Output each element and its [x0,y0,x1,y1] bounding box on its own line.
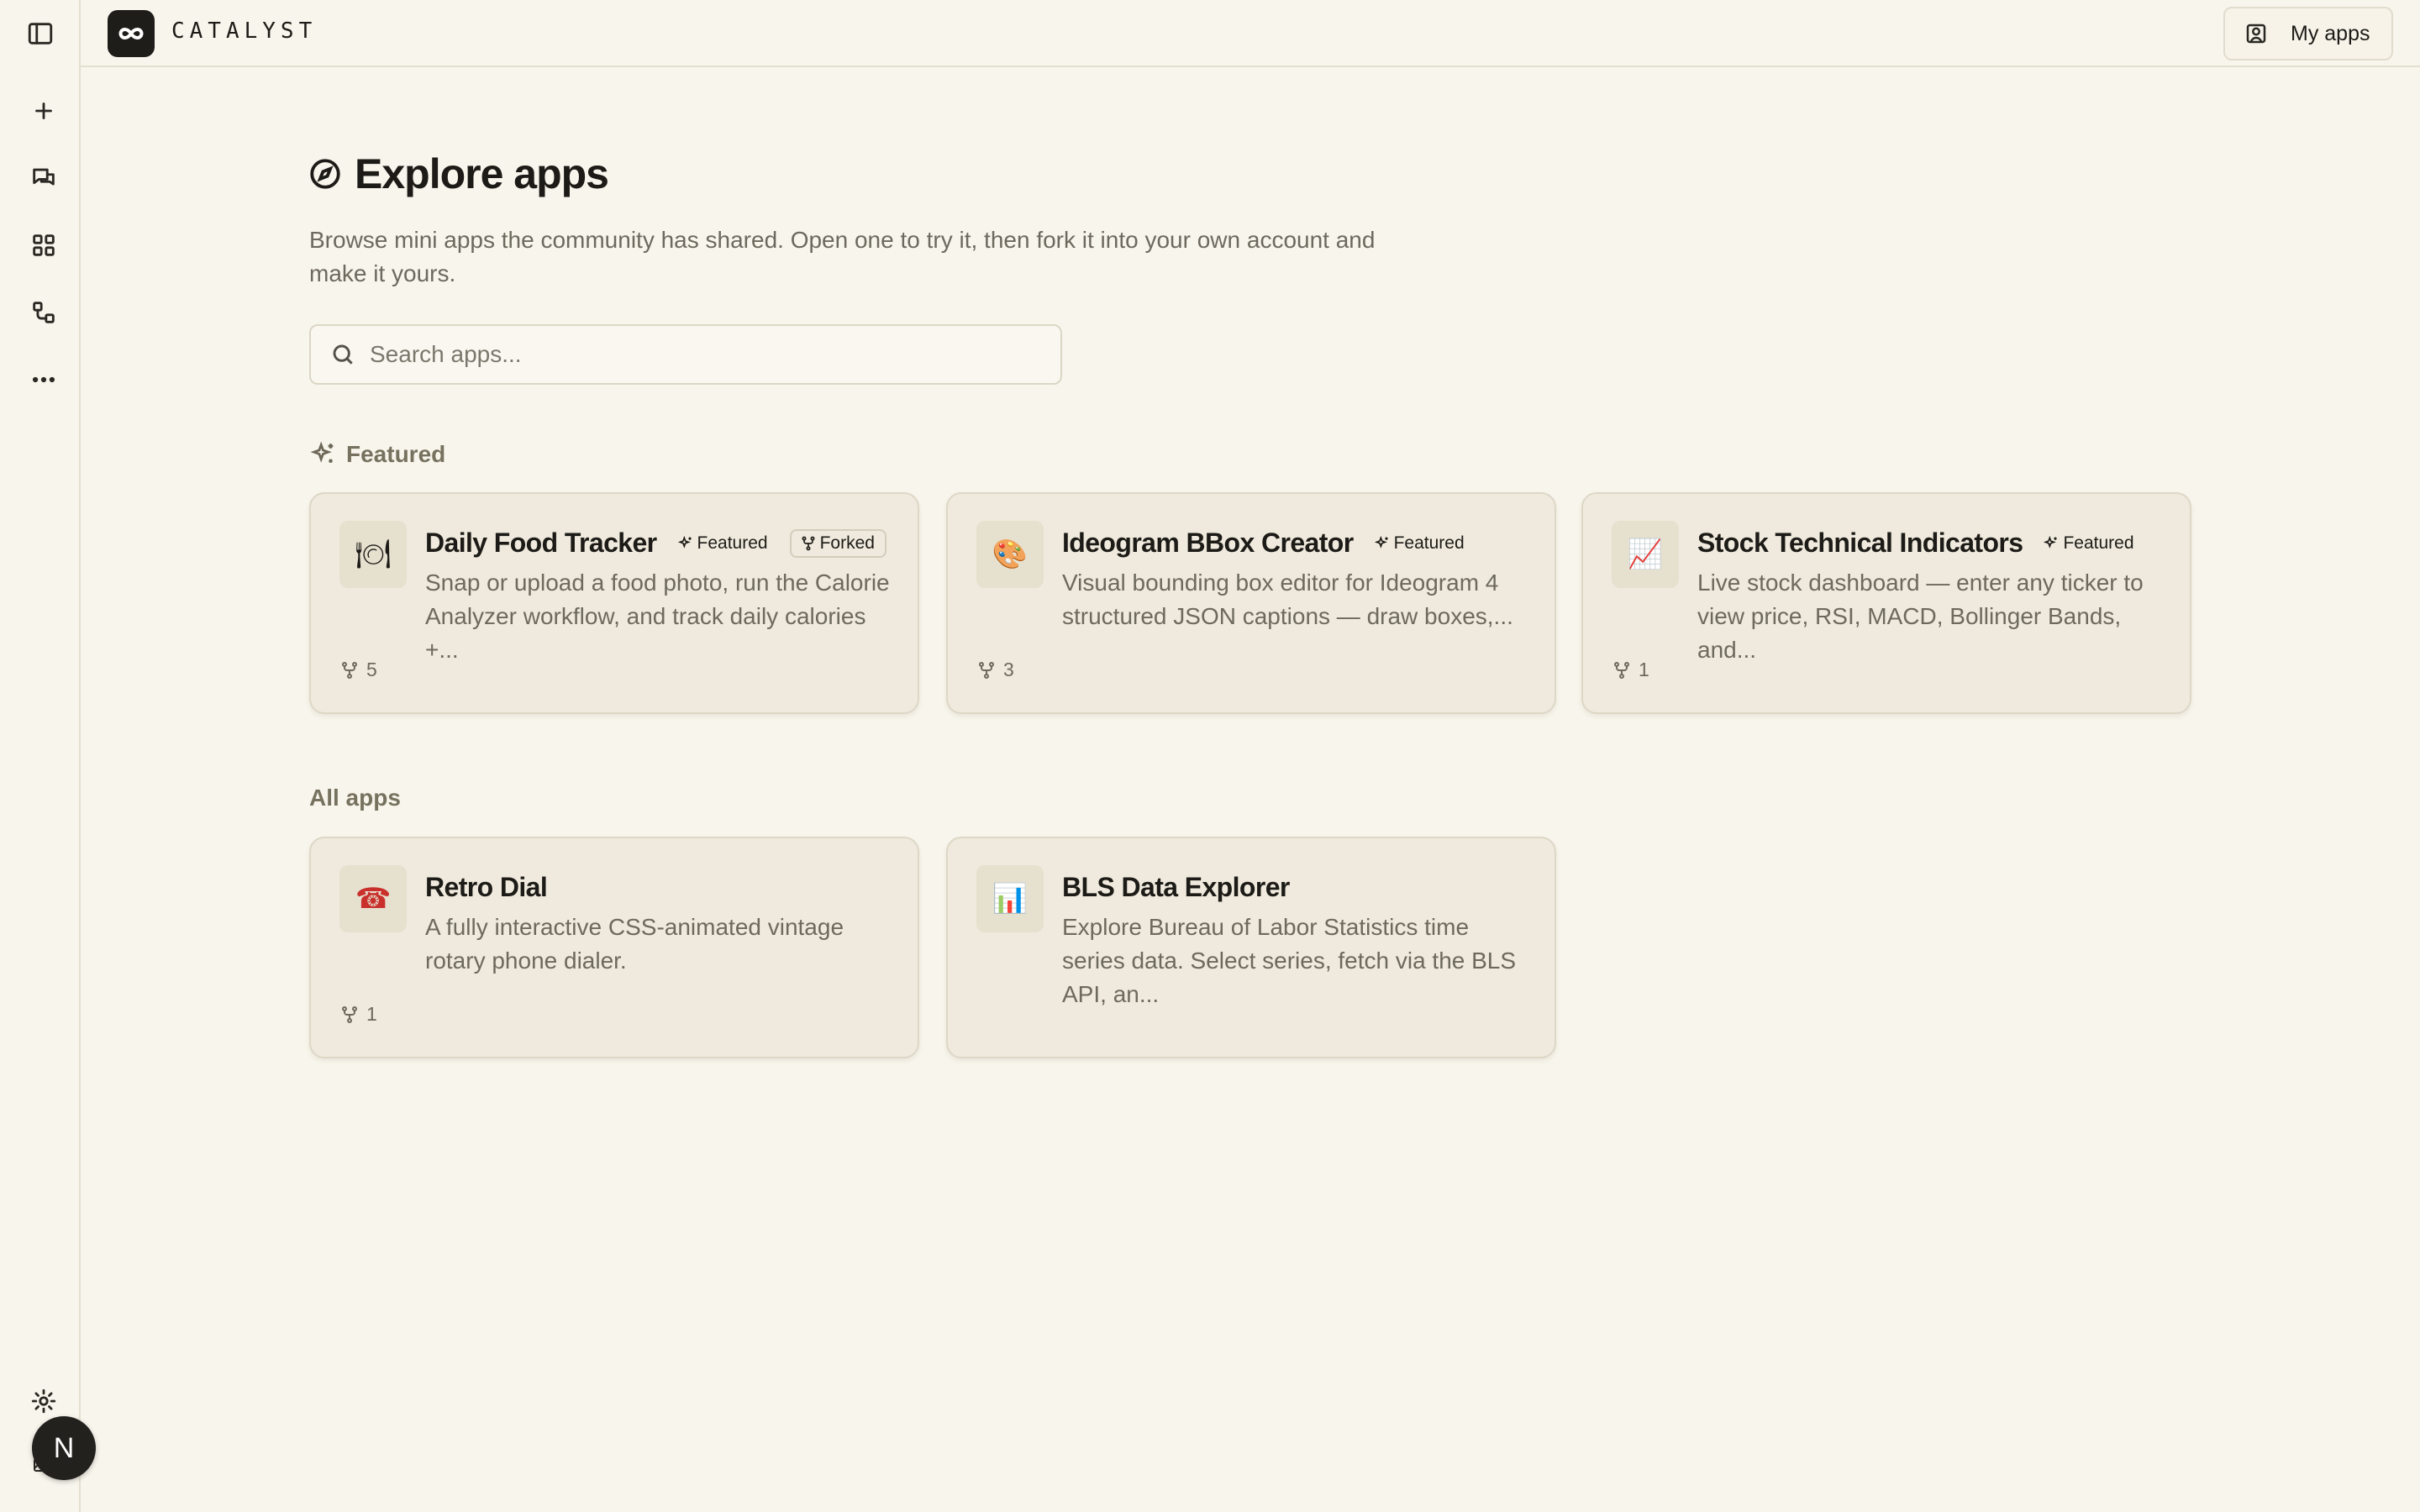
fork-count-value: 1 [1639,659,1649,680]
sparkles-icon [677,535,692,549]
chats-button[interactable] [20,155,67,202]
card-title-row: BLS Data Explorer [1062,872,1290,903]
fork-count: 5 [339,659,377,681]
fork-count: 1 [1612,659,1649,681]
all-apps-section-label: All apps [309,785,401,811]
chat-icon [33,168,55,186]
featured-badge-label: Featured [1393,533,1465,553]
card-title-row: Stock Technical Indicators Featured [1697,528,2134,559]
avatar[interactable]: N [32,1416,96,1480]
brand-name: CATALYST [171,18,318,44]
featured-label: Featured [346,441,446,467]
app-card-ideogram-bbox-creator[interactable]: 🎨 Ideogram BBox Creator Featured Visual … [946,492,1556,714]
card-title: Daily Food Tracker [425,528,657,558]
topbar: CATALYST My apps [81,0,2420,67]
forked-badge-label: Forked [819,533,875,553]
featured-badge: Featured [2043,533,2134,554]
fork-icon [342,661,357,679]
card-description: Live stock dashboard — enter any ticker … [1697,570,2144,663]
card-title-row: Ideogram BBox Creator Featured [1062,528,1465,559]
app-root: N CATALYST My apps Explore apps Browse m… [0,0,2420,1512]
bar-chart-icon: 📊 [976,865,1044,932]
fork-count-value: 1 [366,1003,377,1025]
plate-icon: 🍽 [339,521,407,588]
sidebar: N [0,0,96,1512]
search-box[interactable] [309,324,1062,385]
gear-icon [31,1389,56,1414]
card-title-row: Daily Food Tracker Featured Forked [425,528,886,559]
compass-icon [310,159,340,189]
plus-icon [35,102,52,119]
featured-badge: Featured [677,533,768,554]
chart-up-icon: 📈 [1612,521,1679,588]
card-description: A fully interactive CSS-animated vintage… [425,914,844,974]
sparkles-icon [310,441,334,463]
forked-badge: Forked [789,528,886,558]
avatar-initial: N [53,1431,75,1464]
page-subtitle: Browse mini apps the community has share… [309,227,1376,286]
page-title-text: Explore apps [355,150,609,197]
fork-icon [802,536,815,550]
card-title: Retro Dial [425,872,548,902]
toggle-sidebar-button[interactable] [17,10,64,57]
all-apps-label: All apps [309,785,401,811]
card-description: Snap or upload a food photo, run the Cal… [425,570,890,663]
card-title: BLS Data Explorer [1062,872,1290,902]
card-description: Visual bounding box editor for Ideogram … [1062,570,1513,629]
fork-count: 1 [339,1003,377,1026]
fork-icon [342,1005,357,1023]
more-button[interactable] [20,356,67,403]
my-apps-button[interactable]: My apps [2223,7,2393,60]
card-title-row: Retro Dial [425,872,548,903]
search-icon [333,344,353,365]
my-apps-label: My apps [2291,21,2370,45]
workflows-button[interactable] [20,289,67,336]
apps-button[interactable] [20,222,67,269]
app-card-daily-food-tracker[interactable]: 🍽 Daily Food Tracker Featured Forked Sna… [309,492,919,714]
telephone-icon: ☎ [339,865,407,932]
search-input[interactable] [370,341,1042,368]
new-chat-button[interactable] [20,87,67,134]
workflow-icon [33,302,55,323]
app-card-retro-dial[interactable]: ☎ Retro Dial A fully interactive CSS-ani… [309,837,919,1058]
featured-badge-label: Featured [697,533,768,553]
fork-count-value: 3 [1003,659,1014,680]
featured-badge: Featured [1374,533,1465,554]
user-square-icon [2246,24,2266,44]
infinity-icon [118,27,144,40]
sparkles-icon [2044,535,2058,549]
fork-icon [979,661,994,679]
fork-count: 3 [976,659,1014,681]
fork-icon [1614,661,1629,679]
card-title: Stock Technical Indicators [1697,528,2023,558]
palette-icon: 🎨 [976,521,1044,588]
app-card-bls-data-explorer[interactable]: 📊 BLS Data Explorer Explore Bureau of La… [946,837,1556,1058]
panel-left-icon [28,23,53,45]
featured-section-label: Featured [309,440,445,469]
more-icon [32,376,55,383]
logo[interactable] [108,10,155,57]
grid-icon [33,234,55,256]
app-card-stock-technical-indicators[interactable]: 📈 Stock Technical Indicators Featured Li… [1581,492,2191,714]
card-title: Ideogram BBox Creator [1062,528,1354,558]
card-description: Explore Bureau of Labor Statistics time … [1062,914,1517,1007]
page-title: Explore apps [308,150,609,198]
sparkles-icon [1374,535,1388,549]
fork-count-value: 5 [366,659,377,680]
featured-badge-label: Featured [2063,533,2134,553]
